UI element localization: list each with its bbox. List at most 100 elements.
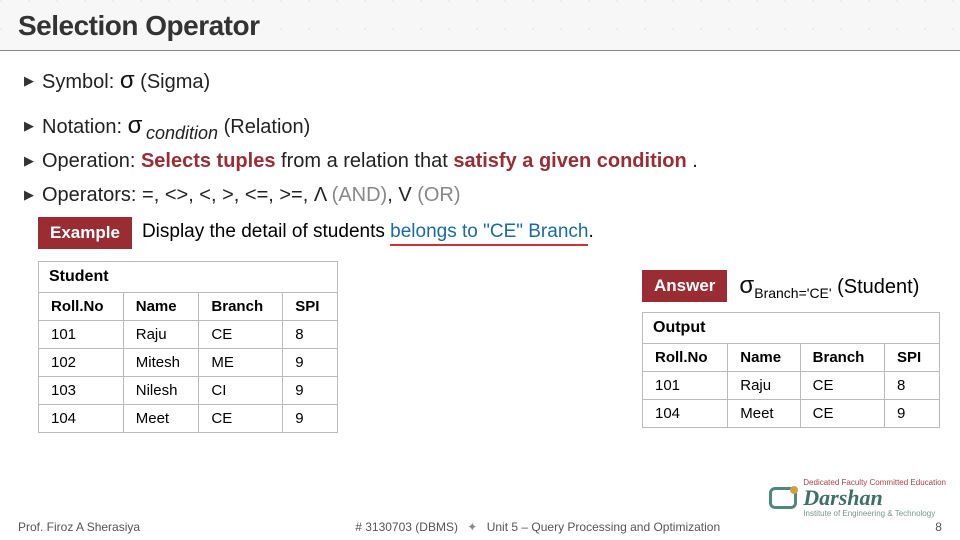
bullet-operators: ▶ Operators: =, <>, <, >, <=, >=, Λ (AND… [24, 181, 936, 209]
cell: ME [199, 349, 283, 377]
bullet-text: Operators: =, <>, <, >, <=, >=, Λ (AND),… [42, 181, 461, 209]
triangle-icon: ▶ [24, 147, 38, 175]
cell: CE [199, 405, 283, 433]
post: . [588, 221, 593, 242]
logo-main: Darshan [803, 485, 882, 510]
column-header: Roll.No [643, 344, 728, 372]
cell: 103 [39, 377, 124, 405]
mid: from a relation that [275, 150, 453, 172]
cell: Raju [728, 372, 800, 400]
table-header-row: Roll.NoNameBranchSPI [39, 293, 338, 321]
cell: 104 [643, 400, 728, 428]
cell: 8 [283, 321, 338, 349]
cell: 104 [39, 405, 124, 433]
and-sym: Λ [314, 184, 332, 206]
table-row: 101RajuCE8 [39, 321, 338, 349]
student-table: Roll.NoNameBranchSPI 101RajuCE8102Mitesh… [38, 292, 338, 433]
table-row: 101RajuCE8 [643, 372, 940, 400]
accent: belongs to "CE" Branch [390, 221, 588, 246]
label: Symbol: [42, 71, 120, 93]
cell: Meet [728, 400, 800, 428]
logo-text: Dedicated Faculty Committed Education Da… [803, 478, 946, 518]
cell: 102 [39, 349, 124, 377]
sep: , V [387, 184, 417, 206]
student-table-wrap: Student Roll.NoNameBranchSPI 101RajuCE81… [38, 261, 338, 433]
triangle-icon: ▶ [24, 112, 38, 140]
or-label: (OR) [417, 184, 460, 206]
strong: satisfy a given condition [453, 150, 686, 172]
cell: CE [800, 400, 884, 428]
slide-header: Selection Operator [0, 0, 960, 51]
slide: Selection Operator ▶ Symbol: σ (Sigma) ▶… [0, 0, 960, 540]
footer-page: 8 [935, 520, 942, 534]
table-row: 102MiteshME9 [39, 349, 338, 377]
slide-footer: Prof. Firoz A Sherasiya 3130703 (DBMS) ✦… [0, 514, 960, 540]
triangle-icon: ▶ [24, 67, 38, 95]
cell: 101 [39, 321, 124, 349]
cell: 9 [283, 349, 338, 377]
sigma-symbol: σ [120, 67, 135, 94]
column-header: Name [728, 344, 800, 372]
pre: Display the detail of students [142, 221, 390, 242]
cell: 9 [283, 405, 338, 433]
label: Operators: =, <>, <, >, <=, >=, [42, 184, 314, 206]
logo-mark-icon [769, 487, 797, 509]
bullet-symbol: ▶ Symbol: σ (Sigma) [24, 67, 936, 96]
label: Operation: [42, 150, 141, 172]
footer-author: Prof. Firoz A Sherasiya [18, 520, 140, 534]
bullet-text: Symbol: σ (Sigma) [42, 67, 210, 96]
bullet-operation: ▶ Operation: Selects tuples from a relat… [24, 147, 936, 175]
column-header: Roll.No [39, 293, 124, 321]
answer-row: Answer σBranch='CE' (Student) [642, 270, 919, 302]
end: . [687, 150, 698, 172]
cell: CI [199, 377, 283, 405]
tail: (Relation) [224, 116, 311, 138]
tail: (Student) [832, 276, 920, 298]
column-header: SPI [283, 293, 338, 321]
answer-tag: Answer [642, 270, 727, 302]
table-row: 103NileshCI9 [39, 377, 338, 405]
cell: CE [800, 372, 884, 400]
table-row: 104MeetCE9 [39, 405, 338, 433]
example-row: Example Display the detail of students b… [38, 217, 936, 249]
cell: CE [199, 321, 283, 349]
label: Notation: [42, 116, 128, 138]
output-table: Roll.NoNameBranchSPI 101RajuCE8104MeetCE… [642, 343, 940, 428]
table-row: 104MeetCE9 [643, 400, 940, 428]
tail: (Sigma) [135, 71, 211, 93]
institute-logo: Dedicated Faculty Committed Education Da… [769, 478, 946, 518]
table-title: Output [642, 312, 940, 343]
triangle-icon: ▶ [24, 181, 38, 209]
and-label: (AND) [332, 184, 388, 206]
diamond-icon: ✦ [467, 520, 477, 534]
strong: Selects tuples [141, 150, 276, 172]
answer-expression: σBranch='CE' (Student) [739, 272, 919, 300]
example-text: Display the detail of students belongs t… [142, 221, 594, 246]
bullet-text: Notation: σ condition (Relation) [42, 112, 310, 141]
cell: 101 [643, 372, 728, 400]
unit-title: Unit 5 – Query Processing and Optimizati… [487, 520, 720, 534]
column-header: SPI [884, 344, 939, 372]
page-title: Selection Operator [18, 10, 942, 42]
table-title: Student [38, 261, 338, 292]
table-header-row: Roll.NoNameBranchSPI [643, 344, 940, 372]
cell: Raju [123, 321, 199, 349]
cell: 9 [884, 400, 939, 428]
cell: 9 [283, 377, 338, 405]
footer-center: 3130703 (DBMS) ✦ Unit 5 – Query Processi… [355, 520, 720, 534]
column-header: Branch [199, 293, 283, 321]
bullet-notation: ▶ Notation: σ condition (Relation) [24, 112, 936, 141]
subscript: Branch='CE' [754, 285, 831, 301]
sigma-symbol: σ [739, 272, 754, 299]
column-header: Name [123, 293, 199, 321]
course-code: 3130703 (DBMS) [365, 520, 458, 534]
example-tag: Example [38, 217, 132, 249]
subscript: condition [146, 123, 218, 143]
output-table-wrap: Output Roll.NoNameBranchSPI 101RajuCE810… [642, 312, 940, 428]
cell: 8 [884, 372, 939, 400]
bullet-text: Operation: Selects tuples from a relatio… [42, 147, 698, 175]
sigma-symbol: σ [128, 112, 143, 139]
cell: Nilesh [123, 377, 199, 405]
cell: Meet [123, 405, 199, 433]
column-header: Branch [800, 344, 884, 372]
